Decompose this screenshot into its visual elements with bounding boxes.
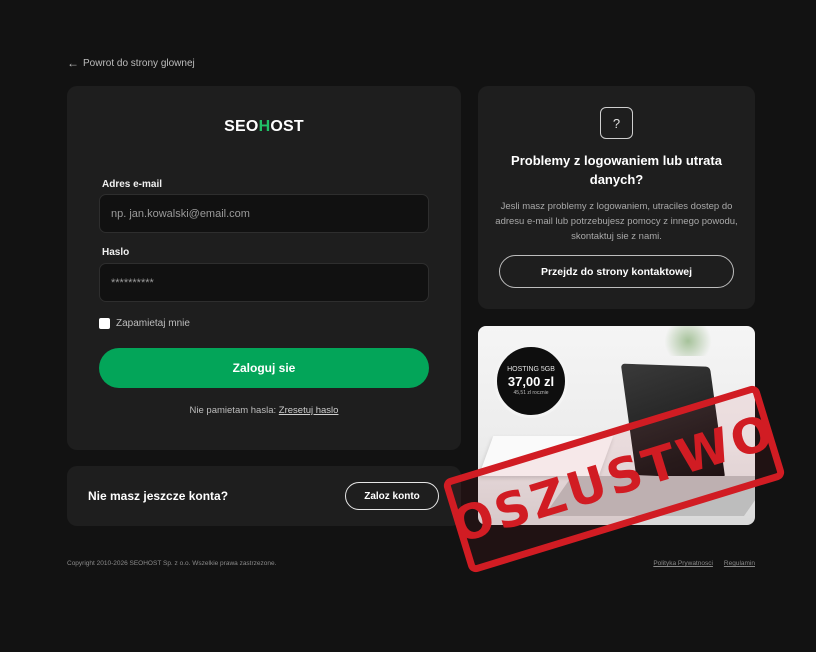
password-value: ********** bbox=[111, 276, 154, 289]
footer-links: Polityka Prywatnosci Regulamin bbox=[653, 560, 755, 567]
arrow-left-icon: ← bbox=[67, 56, 79, 70]
badge-plan: HOSTING 5GB bbox=[507, 366, 555, 373]
email-placeholder: np. jan.kowalski@email.com bbox=[111, 207, 250, 220]
copyright-text: Copyright 2010-2026 SEOHOST Sp. z o.o. W… bbox=[67, 560, 277, 567]
logo-text-right: OST bbox=[270, 118, 304, 135]
register-button[interactable]: Zaloz konto bbox=[345, 482, 439, 510]
remember-me[interactable]: Zapamietaj mnie bbox=[99, 318, 190, 329]
contact-page-button[interactable]: Przejdz do strony kontaktowej bbox=[499, 255, 734, 288]
help-text: Jesli masz problemy z logowaniem, utraci… bbox=[495, 201, 738, 242]
seohost-logo: SEOHOST bbox=[0, 118, 528, 136]
password-field[interactable]: ********** bbox=[99, 263, 429, 302]
remember-label: Zapamietaj mnie bbox=[116, 318, 190, 329]
back-to-home-link[interactable]: ← Powrot do strony glownej bbox=[67, 56, 195, 70]
privacy-policy-link[interactable]: Polityka Prywatnosci bbox=[653, 560, 713, 567]
terms-link[interactable]: Regulamin bbox=[724, 560, 755, 567]
register-prompt: Nie masz jeszcze konta? bbox=[88, 489, 229, 503]
remember-checkbox[interactable] bbox=[99, 318, 110, 329]
logo-text-left: SEO bbox=[224, 118, 259, 135]
plant-image bbox=[658, 326, 718, 356]
login-button[interactable]: Zaloguj sie bbox=[99, 348, 429, 388]
password-label: Haslo bbox=[102, 247, 130, 258]
email-field[interactable]: np. jan.kowalski@email.com bbox=[99, 194, 429, 233]
badge-yearly: 45,51 zl rocznie bbox=[513, 390, 549, 396]
logo-text-accent: H bbox=[258, 118, 271, 135]
forgot-text: Nie pamietam hasla: bbox=[189, 405, 277, 416]
reset-password-link[interactable]: Zresetuj haslo bbox=[279, 405, 339, 416]
hosting-price-badge: HOSTING 5GB 37,00 zl 45,51 zl rocznie bbox=[494, 344, 568, 418]
help-title: Problemy z logowaniem lub utrata danych? bbox=[511, 153, 722, 187]
back-link-label: Powrot do strony glownej bbox=[83, 57, 195, 69]
question-icon: ? bbox=[600, 107, 633, 139]
email-label: Adres e-mail bbox=[102, 179, 163, 190]
badge-price: 37,00 zl bbox=[507, 374, 555, 389]
forgot-password: Nie pamietam hasla: Zresetuj haslo bbox=[0, 405, 528, 416]
